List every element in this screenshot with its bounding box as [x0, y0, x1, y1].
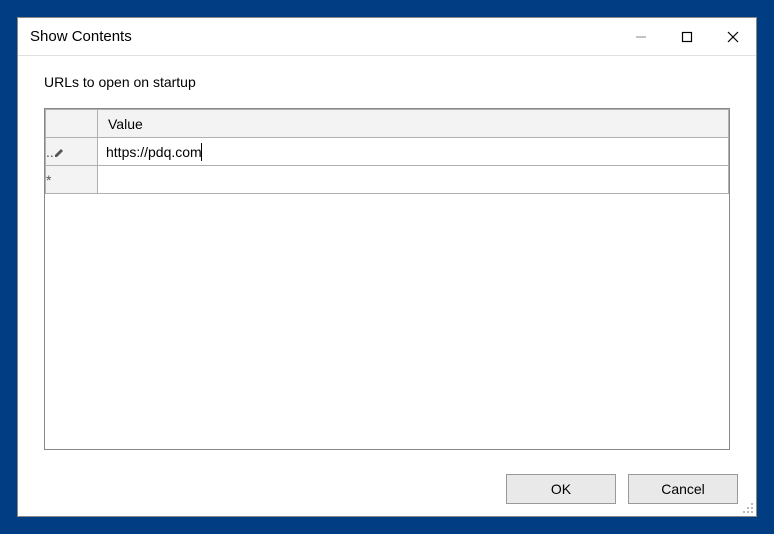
value-cell[interactable]: https://pdq.com [98, 138, 729, 166]
titlebar: Show Contents [18, 18, 756, 56]
column-header-value[interactable]: Value [98, 110, 729, 138]
asterisk-icon: * [46, 172, 51, 188]
row-indicator-edit[interactable]: .. [46, 138, 98, 166]
ok-button[interactable]: OK [506, 474, 616, 504]
resize-grip-icon[interactable] [740, 500, 754, 514]
url-grid[interactable]: Value .. https://pdq.com [44, 108, 730, 450]
maximize-button[interactable] [664, 18, 710, 55]
value-cell[interactable] [98, 166, 729, 194]
dialog-content: URLs to open on startup Value .. [18, 56, 756, 460]
maximize-icon [681, 31, 693, 43]
pencil-icon: .. [46, 144, 64, 160]
cancel-button[interactable]: Cancel [628, 474, 738, 504]
window-controls [618, 18, 756, 55]
table-row[interactable]: .. https://pdq.com [46, 138, 729, 166]
grid-table: Value .. https://pdq.com [45, 109, 729, 194]
table-row[interactable]: * [46, 166, 729, 194]
close-icon [727, 31, 739, 43]
minimize-button[interactable] [618, 18, 664, 55]
button-bar: OK Cancel [18, 460, 756, 516]
value-input-new[interactable] [98, 166, 728, 193]
dialog-window: Show Contents URLs to open on startup [17, 17, 757, 517]
close-button[interactable] [710, 18, 756, 55]
minimize-icon [635, 31, 647, 43]
window-title: Show Contents [30, 28, 618, 45]
field-label: URLs to open on startup [44, 74, 730, 90]
grid-header-row: Value [46, 110, 729, 138]
text-caret [201, 143, 202, 161]
cell-text: https://pdq.com [106, 144, 202, 160]
row-selector-header[interactable] [46, 110, 98, 138]
row-indicator-new[interactable]: * [46, 166, 98, 194]
